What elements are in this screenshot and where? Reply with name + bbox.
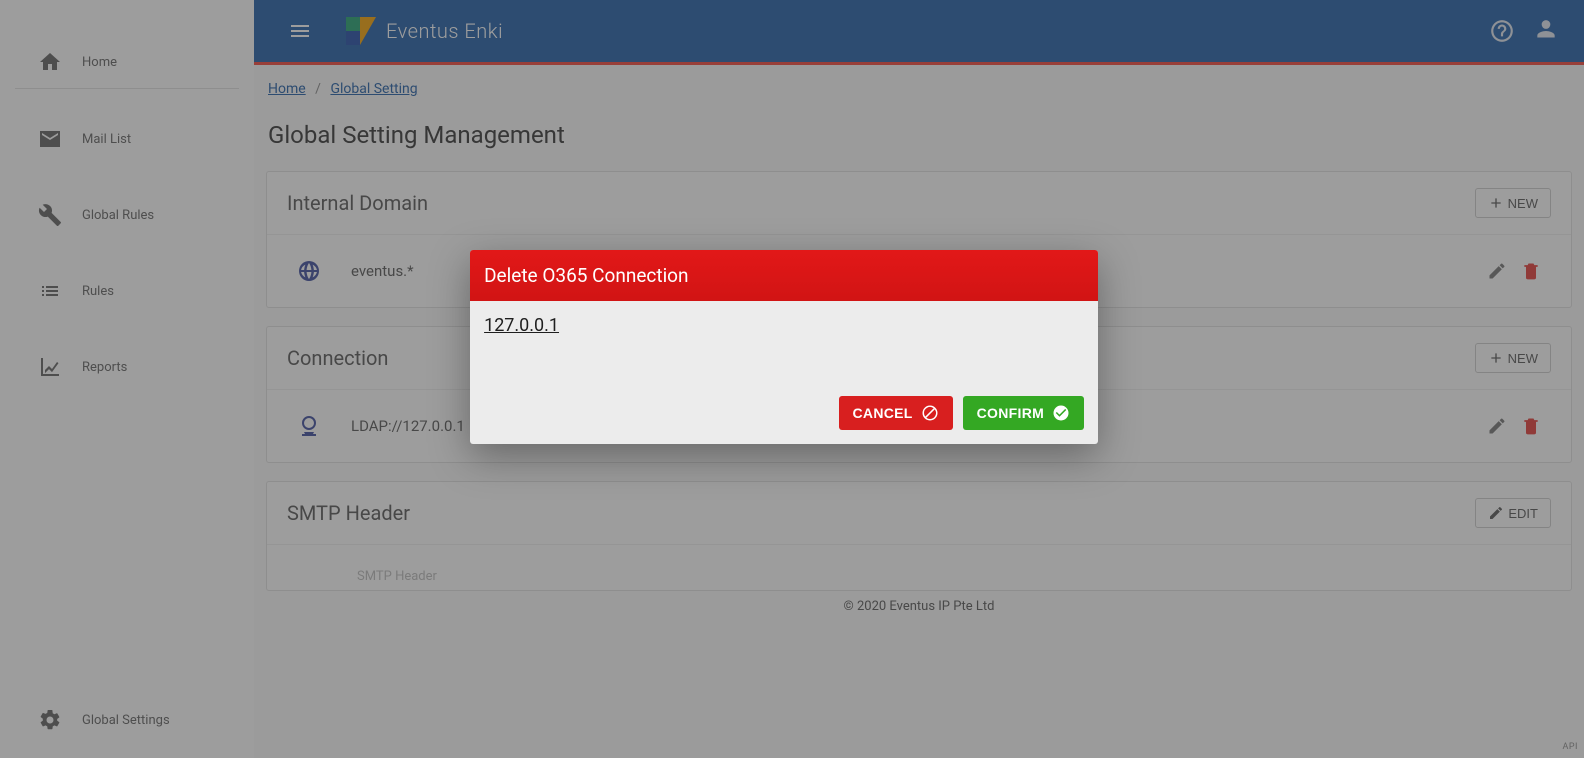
- cancel-button[interactable]: CANCEL: [839, 396, 953, 430]
- button-label: CANCEL: [853, 405, 913, 421]
- modal-title: Delete O365 Connection: [470, 250, 1098, 301]
- confirm-button[interactable]: CONFIRM: [963, 396, 1084, 430]
- modal-body: 127.0.0.1: [470, 301, 1098, 396]
- block-icon: [921, 404, 939, 422]
- button-label: CONFIRM: [977, 405, 1044, 421]
- check-circle-icon: [1052, 404, 1070, 422]
- modal-value: 127.0.0.1: [484, 315, 559, 336]
- delete-modal: Delete O365 Connection 127.0.0.1 CANCEL …: [470, 250, 1098, 444]
